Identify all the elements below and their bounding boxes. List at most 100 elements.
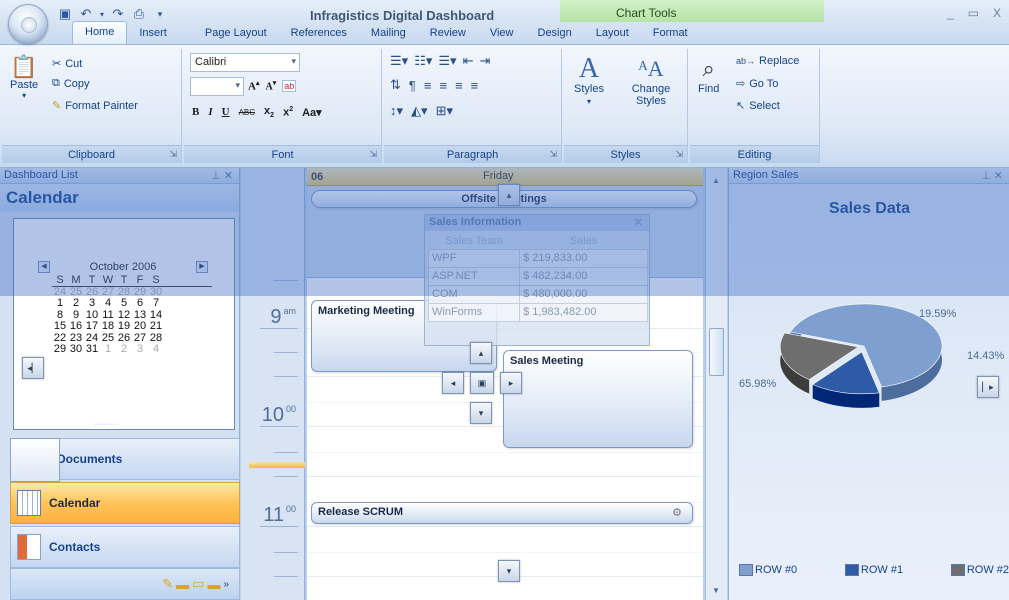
strikethrough-icon[interactable]: ABC <box>239 108 255 117</box>
borders-icon[interactable]: ⊞▾ <box>436 103 453 119</box>
save-icon[interactable]: ▣ <box>56 6 74 22</box>
shading-icon[interactable]: ◭▾ <box>411 103 428 119</box>
calendar-day[interactable]: 19 <box>116 321 132 333</box>
scrollbar-thumb[interactable] <box>709 328 724 376</box>
next-month-button[interactable]: ▶ <box>196 261 208 273</box>
calendar-day[interactable]: 3 <box>84 298 100 310</box>
bullets-icon[interactable]: ☰▾ <box>390 53 408 69</box>
calendar-day[interactable]: 2 <box>68 298 84 310</box>
line-spacing-icon[interactable]: ↕▾ <box>390 103 403 119</box>
paste-button[interactable]: 📋 Paste ▾ <box>10 55 38 101</box>
calendar-day[interactable]: 6 <box>132 298 148 310</box>
time-slot[interactable] <box>307 452 703 453</box>
calendar-day[interactable]: 21 <box>148 321 164 333</box>
bold-button[interactable]: B <box>192 106 199 118</box>
goto-button[interactable]: ⇨ Go To <box>736 77 778 91</box>
table-row[interactable]: ASP.NET $ 482,234.00 <box>427 266 648 286</box>
maximize-button[interactable]: ▭ <box>968 6 979 20</box>
calendar-day[interactable]: 17 <box>84 321 100 333</box>
scroll-up-icon[interactable]: ▲ <box>712 176 720 185</box>
dialog-launcher-icon[interactable]: ⇲ <box>549 149 557 160</box>
calendar-day[interactable]: 30 <box>68 344 84 356</box>
increase-indent-icon[interactable]: ⇥ <box>479 53 490 69</box>
close-icon[interactable]: ✕ <box>634 216 643 229</box>
dock-bottom-guide[interactable]: ▾ <box>498 560 520 582</box>
undo-icon[interactable]: ↶ <box>77 6 95 22</box>
prev-month-button[interactable]: ◀ <box>38 261 50 273</box>
copy-button[interactable]: ⧉ Copy <box>52 77 90 90</box>
calendar-day[interactable]: 18 <box>100 321 116 333</box>
tab-mailing[interactable]: Mailing <box>359 23 418 44</box>
configure-buttons-icon[interactable]: » <box>223 579 229 590</box>
tab-format[interactable]: Format <box>641 23 700 44</box>
calendar-day[interactable]: 4 <box>148 344 164 356</box>
minimize-button[interactable]: _ <box>947 6 954 20</box>
grow-font-icon[interactable]: A▴ <box>248 79 259 93</box>
shrink-font-icon[interactable]: A▾ <box>265 79 276 92</box>
nav-calendar[interactable]: Calendar <box>10 482 240 524</box>
nav-documents[interactable]: Documents <box>10 438 240 482</box>
select-button[interactable]: ↖ Select <box>736 99 780 113</box>
align-right-icon[interactable]: ≡ <box>455 78 463 93</box>
calendar-day[interactable]: 29 <box>52 344 68 356</box>
calendar-day[interactable]: 1 <box>52 298 68 310</box>
dock-right-guide[interactable]: ▏▸ <box>977 376 999 398</box>
table-row[interactable]: WPF $ 219,833.00 <box>427 248 648 268</box>
dock-cross-center[interactable]: ▣ <box>470 372 494 394</box>
table-row[interactable]: COM $ 480,000.00 <box>427 284 648 304</box>
pin-close-icons[interactable]: ⊥ ✕ <box>981 169 1003 182</box>
sort-icon[interactable]: ⇅ <box>390 77 401 93</box>
folder-open-icon[interactable]: ▭ <box>192 576 204 592</box>
calendar-day[interactable]: 31 <box>84 344 100 356</box>
day-view-scrollbar[interactable]: ▲ ▼ <box>705 168 727 600</box>
pilcrow-icon[interactable]: ¶ <box>409 78 416 93</box>
tab-review[interactable]: Review <box>418 23 478 44</box>
legend-item-row1[interactable]: ROW #1 <box>844 564 903 576</box>
calendar-day[interactable]: 2 <box>116 344 132 356</box>
tab-view[interactable]: View <box>478 23 526 44</box>
tab-design[interactable]: Design <box>526 23 584 44</box>
font-family-select[interactable]: Calibri ▾ <box>190 53 300 72</box>
dock-left-guide[interactable]: ◂▏ <box>22 357 44 379</box>
table-row[interactable]: WinForms $ 1,983,482.00 <box>427 302 648 322</box>
justify-icon[interactable]: ≡ <box>471 78 479 93</box>
cut-button[interactable]: ✂ Cut <box>52 57 82 71</box>
format-painter-button[interactable]: ✎ Format Painter <box>52 99 138 113</box>
dialog-launcher-icon[interactable]: ⇲ <box>169 149 177 160</box>
decrease-indent-icon[interactable]: ⇤ <box>463 53 474 69</box>
office-button[interactable] <box>8 4 48 44</box>
clear-format-icon[interactable]: ab <box>282 79 297 92</box>
styles-button[interactable]: A Styles ▾ <box>574 55 604 107</box>
customize-icon[interactable]: ▾ <box>151 9 169 20</box>
subscript-icon[interactable]: x2 <box>264 105 274 119</box>
calendar-day[interactable]: 5 <box>116 298 132 310</box>
print-icon[interactable]: ⎙ <box>130 6 148 22</box>
tab-layout[interactable]: Layout <box>584 23 641 44</box>
appointment-release-scrum[interactable]: Release SCRUM ⚙ <box>311 502 693 524</box>
calendar-day[interactable]: 3 <box>132 344 148 356</box>
calendar-day[interactable]: 1 <box>100 344 116 356</box>
change-case-icon[interactable]: Aa▾ <box>302 106 322 119</box>
find-button[interactable]: ⌕ Find <box>698 57 719 96</box>
dialog-launcher-icon[interactable]: ⇲ <box>675 149 683 160</box>
legend-item-row0[interactable]: ROW #0 <box>739 564 797 576</box>
tab-home[interactable]: Home <box>72 21 128 44</box>
change-styles-button[interactable]: ᴬA Change Styles <box>626 57 676 108</box>
tab-page-layout[interactable]: Page Layout <box>193 23 279 44</box>
dock-cross-left[interactable]: ◂ <box>442 372 464 394</box>
align-center-icon[interactable]: ≡ <box>439 78 447 93</box>
calendar-day[interactable]: 16 <box>68 321 84 333</box>
align-left-icon[interactable]: ≡ <box>424 78 432 93</box>
close-button[interactable]: X <box>993 6 1001 20</box>
underline-button[interactable]: U <box>222 106 230 118</box>
calendar-day[interactable]: 20 <box>132 321 148 333</box>
italic-button[interactable]: I <box>208 106 212 118</box>
shortcut-icon[interactable]: ▬ <box>207 577 220 592</box>
time-slot[interactable] <box>307 476 703 477</box>
scroll-down-icon[interactable]: ▼ <box>712 586 720 595</box>
replace-button[interactable]: ab→ Replace <box>736 55 799 67</box>
font-size-select[interactable]: ▾ <box>190 77 244 96</box>
tab-insert[interactable]: Insert <box>127 23 179 44</box>
time-slot[interactable] <box>307 552 703 553</box>
notes-icon[interactable]: ✎ <box>162 576 173 592</box>
